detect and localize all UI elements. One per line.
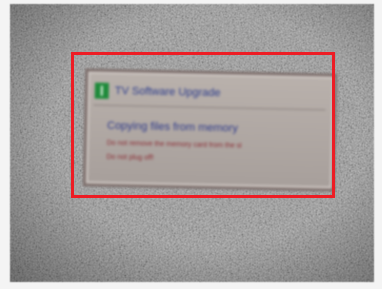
highlight-box bbox=[71, 52, 335, 198]
